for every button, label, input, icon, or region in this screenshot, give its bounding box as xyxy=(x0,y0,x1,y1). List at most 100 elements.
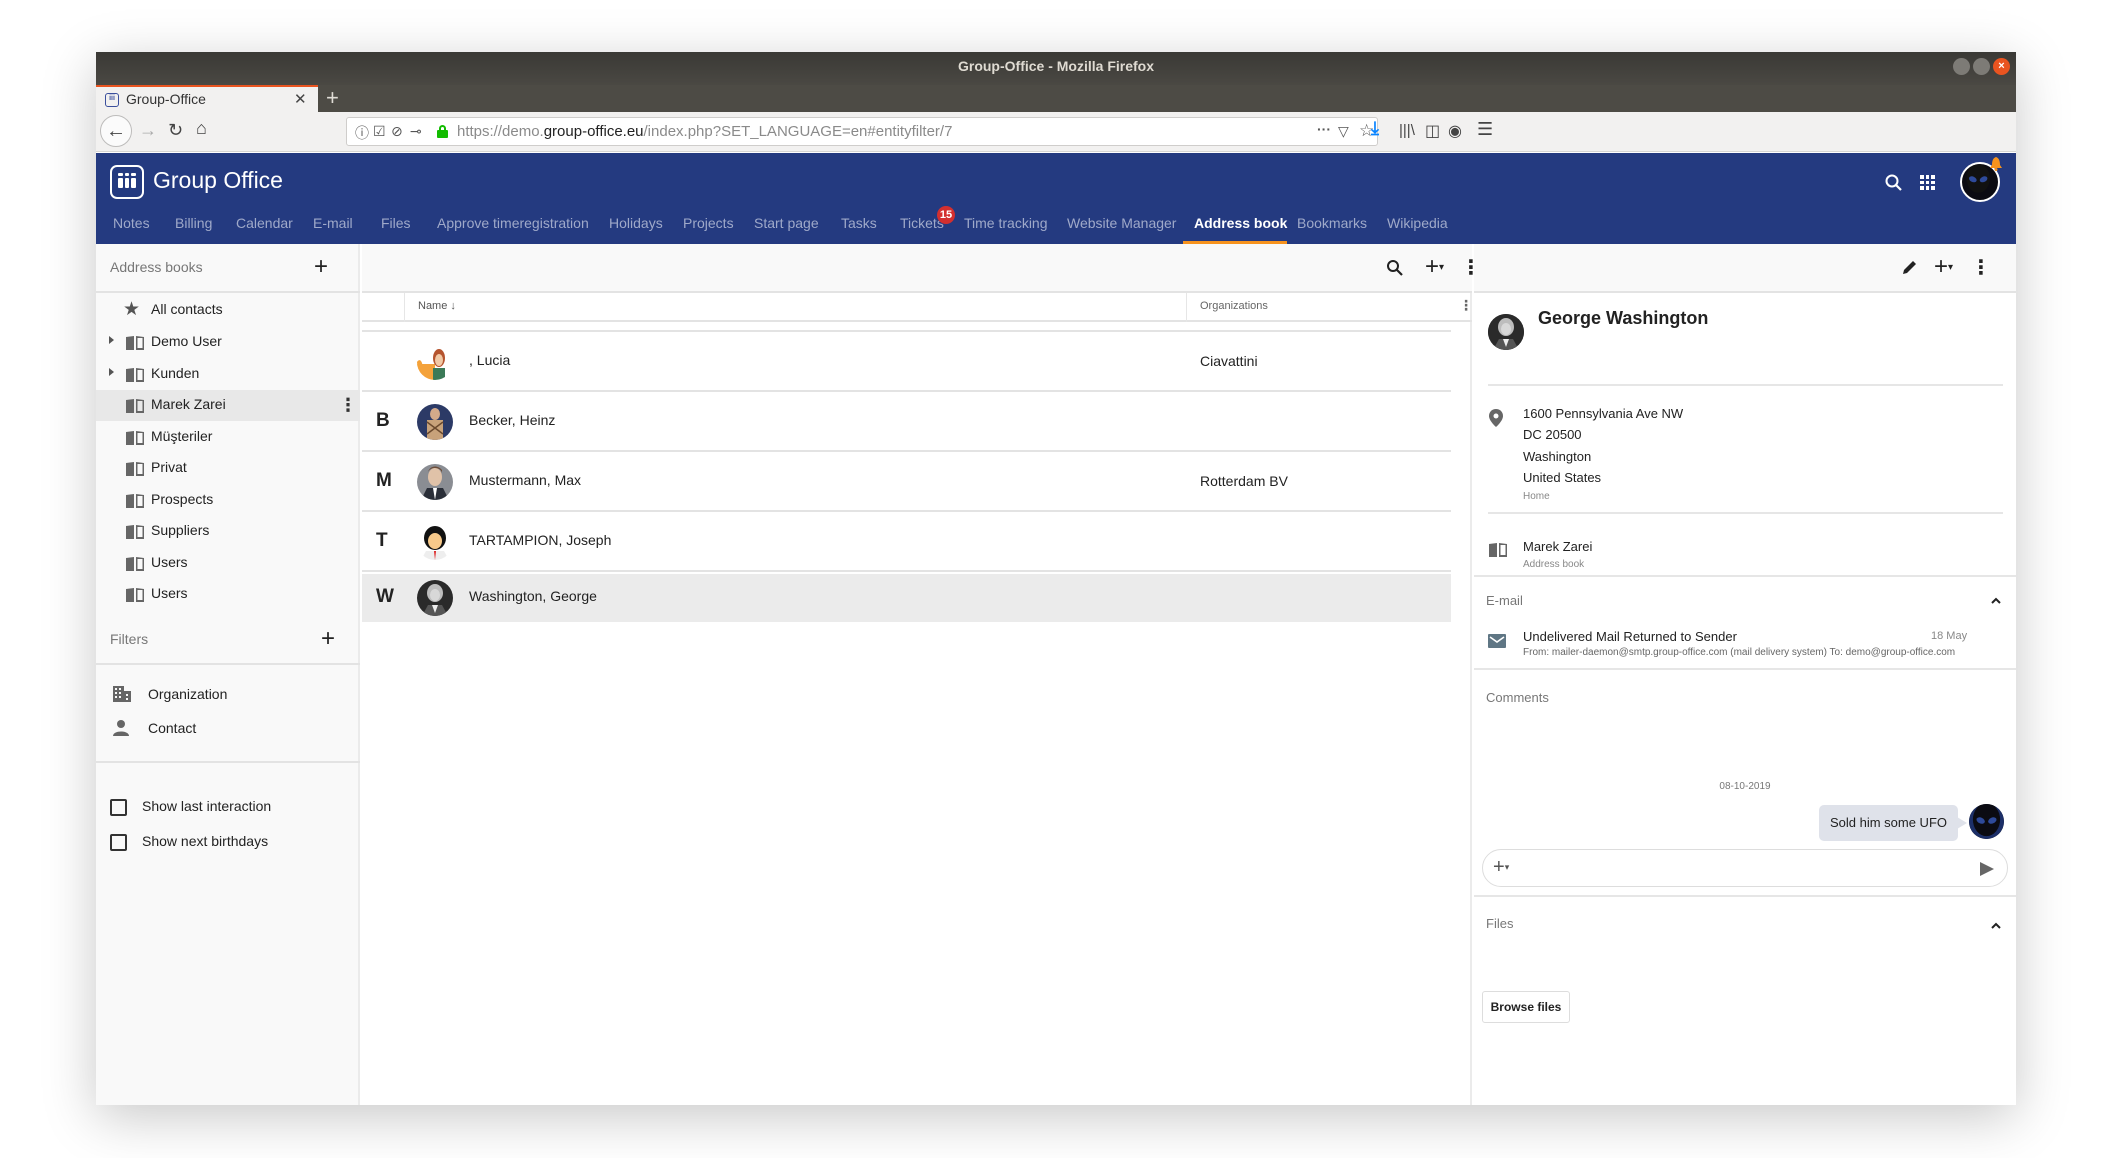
send-comment-icon[interactable] xyxy=(1980,862,1994,876)
tab-calendar[interactable]: Calendar xyxy=(236,215,293,231)
collapse-chevron-icon[interactable] xyxy=(1991,921,2001,931)
tab-approve-timeregistration[interactable]: Approve timeregistration xyxy=(437,215,589,231)
email-from-to: From: mailer-daemon@smtp.group-office.co… xyxy=(1523,647,1956,658)
reload-button[interactable]: ↻ xyxy=(168,120,183,141)
address-book-all-contacts[interactable]: ★ All contacts xyxy=(96,295,360,326)
add-address-book-button[interactable]: + xyxy=(314,253,328,281)
maximize-button[interactable] xyxy=(1973,58,1990,75)
notification-bell-icon[interactable] xyxy=(1990,157,2002,171)
address-books-label: Address books xyxy=(110,259,203,275)
add-link-button[interactable]: +▾ xyxy=(1934,253,1953,281)
address-line-2: DC 20500 xyxy=(1523,427,1582,442)
building-icon xyxy=(113,686,131,702)
search-icon[interactable] xyxy=(1386,259,1404,277)
address-book-musteriler[interactable]: Müşteriler xyxy=(96,422,360,453)
expand-caret-icon[interactable] xyxy=(109,368,114,376)
add-filter-button[interactable]: + xyxy=(321,625,335,653)
close-tab-icon[interactable]: ✕ xyxy=(294,90,307,108)
show-next-birthdays-option[interactable]: Show next birthdays xyxy=(96,824,360,858)
divider xyxy=(1474,895,2016,897)
address-book-marek-zarei[interactable]: Marek Zarei ⋮ xyxy=(96,390,360,421)
book-icon xyxy=(126,336,144,350)
contact-row[interactable]: T TARTAMPION, Joseph xyxy=(362,513,1451,572)
email-subject[interactable]: Undelivered Mail Returned to Sender xyxy=(1523,629,1737,644)
downloads-icon[interactable]: ⤓ xyxy=(1371,118,1379,139)
address-book-prospects[interactable]: Prospects xyxy=(96,485,360,516)
show-last-interaction-checkbox[interactable] xyxy=(110,799,127,816)
collapse-chevron-icon[interactable] xyxy=(1991,596,2001,606)
address-book-users[interactable]: Users xyxy=(96,548,360,579)
minimize-button[interactable] xyxy=(1953,58,1970,75)
address-book-kunden[interactable]: Kunden xyxy=(96,359,360,390)
tab-holidays[interactable]: Holidays xyxy=(609,215,663,231)
show-last-interaction-option[interactable]: Show last interaction xyxy=(96,789,360,823)
add-attachment-button[interactable]: +▾ xyxy=(1493,856,1509,879)
apps-grid-icon[interactable] xyxy=(1920,175,1935,190)
filter-contact[interactable]: Contact xyxy=(96,711,360,745)
contact-name: , Lucia xyxy=(469,352,511,368)
address-book-users-2[interactable]: Users xyxy=(96,579,360,610)
tab-projects[interactable]: Projects xyxy=(683,215,734,231)
tab-billing[interactable]: Billing xyxy=(175,215,212,231)
address-book-privat[interactable]: Privat xyxy=(96,453,360,484)
tab-start-page[interactable]: Start page xyxy=(754,215,819,231)
tab-email[interactable]: E-mail xyxy=(313,215,353,231)
tab-notes[interactable]: Notes xyxy=(113,215,150,231)
more-options-icon[interactable]: ⋮ xyxy=(339,395,357,415)
expand-caret-icon[interactable] xyxy=(109,336,114,344)
column-organizations-header[interactable]: Organizations xyxy=(1200,300,1268,312)
column-options-icon[interactable]: ⋮ xyxy=(1459,297,1473,313)
contact-row-selected[interactable]: W Washington, George xyxy=(362,574,1451,622)
contact-row[interactable]: M Mustermann, Max Rotterdam BV xyxy=(362,453,1451,512)
tab-time-tracking[interactable]: Time tracking xyxy=(964,215,1048,231)
more-options-icon[interactable]: ⋮ xyxy=(1971,255,1991,280)
contact-row[interactable]: B Becker, Heinz xyxy=(362,393,1451,452)
search-icon[interactable] xyxy=(1884,173,1904,193)
info-icon[interactable]: ⓘ xyxy=(355,123,369,143)
address-book-suppliers[interactable]: Suppliers xyxy=(96,516,360,547)
address-line-4: United States xyxy=(1523,470,1602,485)
account-icon[interactable]: ◉ xyxy=(1448,121,1462,141)
library-icon[interactable]: |||\ xyxy=(1399,122,1415,139)
mail-envelope-icon xyxy=(1488,634,1506,648)
url-text[interactable]: https://demo.group-office.eu/index.php?S… xyxy=(457,123,952,140)
comment-text: Sold him some UFO xyxy=(1829,815,1948,830)
home-button[interactable]: ⌂ xyxy=(196,118,207,139)
close-window-button[interactable]: × xyxy=(1993,58,2010,75)
blocked-autoplay-icon[interactable]: ⊘ xyxy=(391,123,403,140)
address-book-label: All contacts xyxy=(151,301,223,317)
tab-files[interactable]: Files xyxy=(381,215,411,231)
page-actions-icon[interactable]: ··· xyxy=(1317,121,1331,137)
back-button[interactable]: ← xyxy=(100,115,132,147)
browser-tab[interactable]: iii Group-Office ✕ xyxy=(96,85,318,113)
tab-address-book[interactable]: Address book xyxy=(1194,215,1287,231)
edit-pencil-icon[interactable] xyxy=(1901,258,1919,276)
comment-date: 08-10-2019 xyxy=(1719,781,1771,792)
tab-website-manager[interactable]: Website Manager xyxy=(1067,215,1176,231)
menu-icon[interactable]: ☰ xyxy=(1477,119,1493,140)
add-contact-button[interactable]: +▾ xyxy=(1425,253,1444,281)
filter-organization[interactable]: Organization xyxy=(96,677,360,711)
contact-photo xyxy=(1488,314,1524,350)
pocket-icon[interactable]: ▽ xyxy=(1338,123,1349,140)
tab-wikipedia[interactable]: Wikipedia xyxy=(1387,215,1448,231)
sidebar-divider xyxy=(96,761,360,763)
address-book-label: Privat xyxy=(151,459,187,475)
permissions-icon[interactable]: ☑ xyxy=(373,123,386,140)
filters-label: Filters xyxy=(110,631,149,647)
browse-files-button[interactable]: Browse files xyxy=(1482,991,1570,1023)
tab-bookmarks[interactable]: Bookmarks xyxy=(1297,215,1367,231)
comment-input[interactable]: +▾ xyxy=(1482,849,2008,887)
address-book-value[interactable]: Marek Zarei xyxy=(1523,539,1592,554)
new-tab-button[interactable]: + xyxy=(326,85,339,111)
group-office-logo-icon[interactable] xyxy=(110,165,144,199)
url-bar[interactable]: ⓘ ☑ ⊘ ⊸ https://demo.group-office.eu/ind… xyxy=(346,117,1378,146)
tab-tasks[interactable]: Tasks xyxy=(841,215,877,231)
contact-row[interactable]: , Lucia Ciavattini xyxy=(362,333,1451,392)
sidebar-toggle-icon[interactable]: ◫ xyxy=(1425,121,1440,141)
forward-button[interactable]: → xyxy=(139,120,157,141)
key-icon[interactable]: ⊸ xyxy=(410,123,422,140)
address-book-demo-user[interactable]: Demo User xyxy=(96,327,360,358)
column-name-header[interactable]: Name ↓ xyxy=(418,300,456,312)
show-next-birthdays-checkbox[interactable] xyxy=(110,834,127,851)
